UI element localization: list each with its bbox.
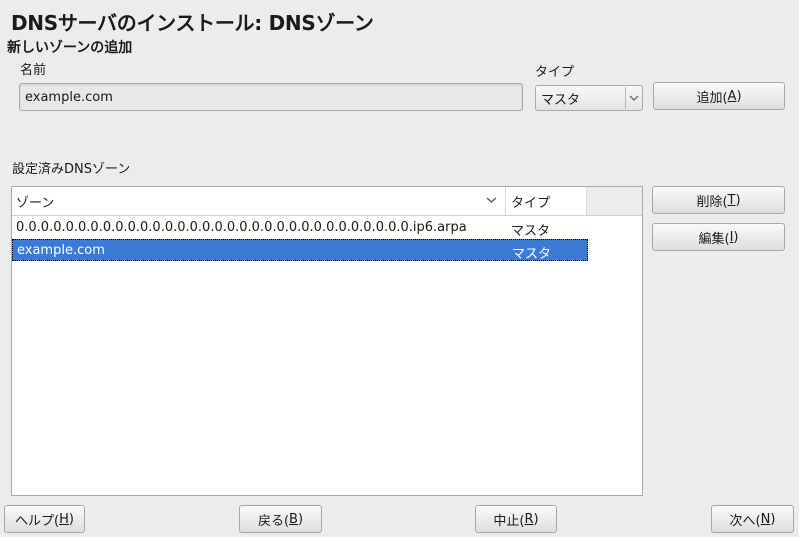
add-button-key: A	[727, 88, 737, 104]
column-header-type-label: タイプ	[511, 195, 551, 211]
delete-button-key: T	[727, 192, 736, 208]
back-button-text: 戻る(	[257, 513, 290, 529]
sort-chevron-icon	[486, 193, 497, 208]
type-cell: マスタ	[511, 224, 551, 239]
column-header-zone-label: ゾーン	[16, 195, 55, 211]
zones-table-header: ゾーン タイプ	[12, 187, 642, 216]
zone-type-select[interactable]: マスタ	[535, 85, 643, 111]
add-zone-button[interactable]: 追加(A)	[653, 82, 785, 110]
add-button-text: 追加(	[696, 90, 728, 106]
back-button[interactable]: 戻る(B)	[239, 505, 322, 533]
back-button-key: B	[289, 511, 298, 527]
edit-zone-button[interactable]: 編集(I)	[652, 223, 785, 251]
abort-button[interactable]: 中止(R)	[475, 505, 557, 533]
zone-cell: 0.0.0.0.0.0.0.0.0.0.0.0.0.0.0.0.0.0.0.0.…	[16, 220, 467, 235]
window-title: DNSサーバのインストール: DNSゾーン	[11, 11, 374, 35]
add-zone-section-title: 新しいゾーンの追加	[7, 40, 133, 56]
delete-zone-button[interactable]: 削除(T)	[652, 186, 785, 214]
help-button-text: ヘルプ(	[15, 513, 60, 529]
help-button[interactable]: ヘルプ(H)	[4, 505, 85, 533]
delete-button-close: )	[735, 192, 741, 208]
table-row[interactable]: 0.0.0.0.0.0.0.0.0.0.0.0.0.0.0.0.0.0.0.0.…	[12, 217, 588, 239]
abort-button-text: 中止(	[493, 513, 525, 529]
help-button-key: H	[59, 511, 69, 527]
zone-name-label: 名前	[20, 63, 47, 78]
configured-zones-label: 設定済みDNSゾーン	[12, 162, 131, 177]
help-button-close: )	[68, 511, 74, 527]
zone-name-input[interactable]	[19, 83, 523, 111]
column-header-zone[interactable]: ゾーン	[12, 187, 506, 215]
abort-button-close: )	[533, 511, 539, 527]
type-cell: マスタ	[512, 247, 552, 262]
column-header-type[interactable]: タイプ	[506, 187, 587, 215]
add-button-close: )	[736, 88, 742, 104]
header-filler	[587, 187, 642, 215]
chevron-down-icon	[625, 87, 642, 109]
edit-button-close: )	[733, 229, 739, 245]
zone-type-label: タイプ	[535, 65, 575, 80]
zones-table[interactable]: ゾーン タイプ 0.0.0.0.0.0.0.0.0.0.0.0.0.0.0.0.…	[11, 186, 643, 496]
next-button-key: N	[760, 511, 771, 527]
abort-button-key: R	[524, 511, 534, 527]
back-button-close: )	[297, 511, 304, 527]
zone-cell: example.com	[17, 243, 105, 258]
next-button-close: )	[770, 511, 776, 527]
edit-button-text: 編集(	[698, 231, 730, 247]
delete-button-text: 削除(	[696, 194, 728, 210]
next-button[interactable]: 次へ(N)	[711, 505, 794, 533]
next-button-text: 次へ(	[729, 513, 761, 529]
zone-type-selected-value: マスタ	[541, 92, 581, 108]
table-row-selected[interactable]: example.com マスタ	[12, 239, 588, 262]
